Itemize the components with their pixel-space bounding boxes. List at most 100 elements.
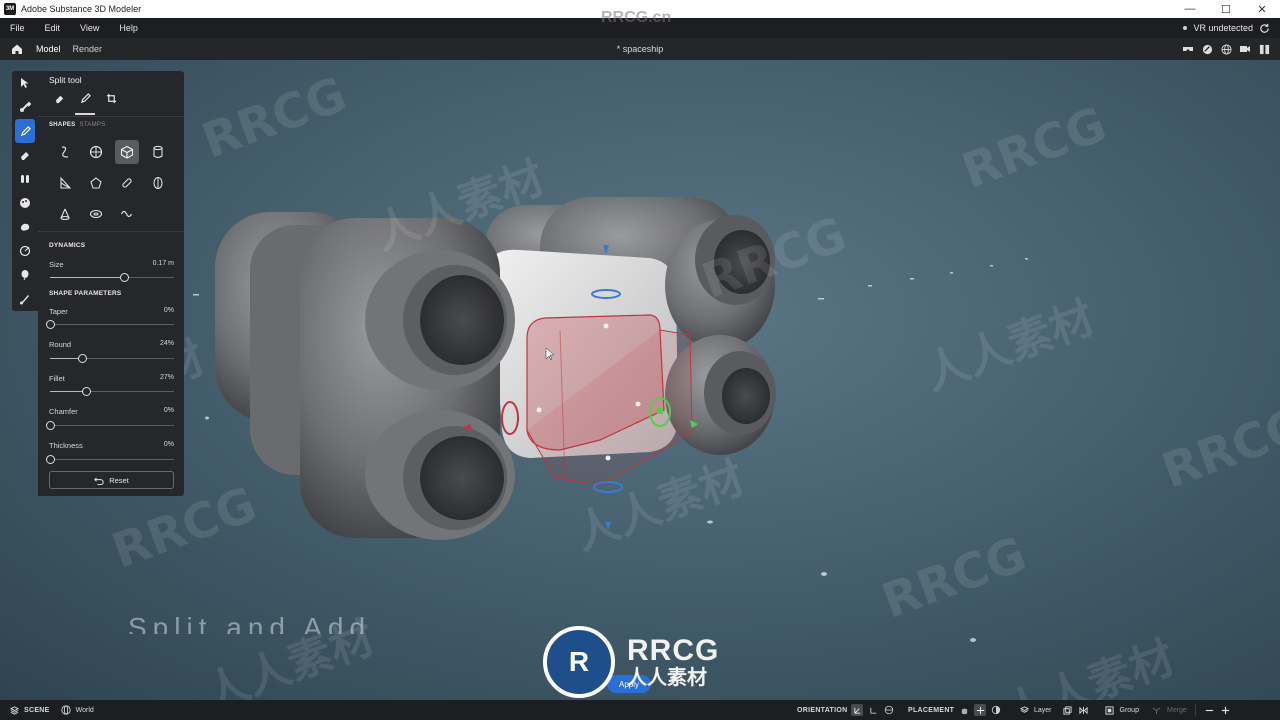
slider-handle[interactable]	[81, 387, 91, 396]
shape-wedge-button[interactable]	[53, 171, 77, 195]
shape-wave-button[interactable]	[115, 202, 139, 226]
tab-model[interactable]: Model	[30, 38, 67, 60]
pyramid-icon	[90, 177, 102, 189]
menu-help[interactable]: Help	[109, 23, 148, 33]
tab-shapes[interactable]: SHAPES	[49, 122, 75, 128]
add-mode-button[interactable]	[78, 91, 92, 105]
menu-view[interactable]: View	[70, 23, 109, 33]
eraser-icon	[21, 152, 29, 160]
app-logo-icon: 3M	[4, 3, 16, 15]
shape-curve-button[interactable]	[53, 140, 77, 164]
vr-status: VR undetected	[1183, 18, 1270, 38]
orientation-local-icon[interactable]	[851, 704, 864, 716]
pen-icon	[20, 125, 31, 136]
fillet-slider[interactable]	[50, 387, 174, 397]
globe-icon	[60, 704, 72, 716]
globe-icon[interactable]	[1220, 43, 1232, 55]
select-tool-button[interactable]	[12, 71, 38, 95]
slider-handle[interactable]	[46, 320, 55, 329]
zoom-out-icon[interactable]	[1204, 704, 1216, 716]
brush-tool-button[interactable]	[12, 287, 38, 311]
arrow-cursor-icon	[21, 78, 29, 88]
home-button[interactable]	[4, 38, 30, 60]
merge-icon[interactable]	[1151, 704, 1163, 716]
taper-slider[interactable]	[46, 320, 174, 330]
material-icon[interactable]	[1201, 43, 1213, 55]
shape-cube-button[interactable]	[115, 140, 139, 164]
vr-headset-icon[interactable]	[1182, 43, 1194, 55]
tab-render[interactable]: Render	[67, 38, 109, 60]
lasso-tool-button[interactable]	[12, 239, 38, 263]
spaceship-model[interactable]	[0, 60, 1280, 700]
clay-tool-button[interactable]	[12, 95, 38, 119]
thruster-lower[interactable]	[420, 436, 504, 520]
slider-handle[interactable]	[46, 455, 55, 464]
wave-icon	[120, 210, 133, 218]
thickness-slider[interactable]	[46, 455, 174, 465]
split-tool-button[interactable]	[15, 119, 35, 143]
mirror-icon[interactable]	[1078, 704, 1090, 716]
slider-handle[interactable]	[78, 354, 88, 363]
divider	[38, 231, 184, 232]
slider-handle[interactable]	[120, 273, 130, 282]
zoom-in-icon[interactable]	[1220, 704, 1232, 716]
menu-edit[interactable]: Edit	[35, 23, 71, 33]
close-button[interactable]: ✕	[1244, 0, 1280, 18]
3d-viewport[interactable]: RRCG RRCG RRCG RRCG RRCG RRCG 人人素材 人人素材 …	[0, 60, 1280, 700]
layer-icon	[1018, 704, 1030, 716]
egg-icon	[153, 176, 163, 190]
reset-button[interactable]: Reset	[49, 471, 174, 489]
placement-surface-icon[interactable]	[990, 704, 1002, 716]
shape-pyramid-button[interactable]	[84, 171, 108, 195]
size-slider[interactable]	[50, 273, 174, 283]
round-label: Round	[49, 340, 72, 349]
vr-status-dot-icon	[1183, 26, 1188, 30]
deform-tool-button[interactable]	[12, 167, 38, 191]
fillet-value: 27%	[159, 374, 174, 381]
group-button[interactable]: Group	[1120, 707, 1139, 714]
divider	[1194, 704, 1196, 716]
thruster-upper[interactable]	[420, 275, 504, 365]
lasso-icon	[19, 245, 31, 257]
merge-button[interactable]: Merge	[1167, 707, 1187, 714]
smooth-tool-button[interactable]	[12, 143, 38, 167]
shape-capsule-button[interactable]	[115, 171, 139, 195]
panel-toggle-icon[interactable]	[1258, 43, 1270, 55]
minimize-button[interactable]: —	[1172, 0, 1208, 18]
shape-egg-button[interactable]	[146, 171, 170, 195]
orientation-world-icon[interactable]	[867, 704, 879, 716]
cube-icon	[120, 145, 134, 159]
reset-label: Reset	[109, 475, 129, 485]
layer-button[interactable]: Layer	[1034, 707, 1052, 714]
pen-icon	[80, 92, 91, 103]
chamfer-slider[interactable]	[46, 421, 174, 431]
crop-mode-button[interactable]	[104, 91, 118, 105]
paint-tool-button[interactable]	[12, 191, 38, 215]
camera-icon[interactable]	[1239, 43, 1251, 55]
balloon-tool-button[interactable]	[12, 263, 38, 287]
shape-cone-button[interactable]	[53, 202, 77, 226]
maximize-button[interactable]: ☐	[1208, 0, 1244, 18]
menu-file[interactable]: File	[0, 23, 35, 33]
world-selector[interactable]: World	[76, 707, 94, 714]
document-title: * spaceship	[616, 44, 664, 54]
palette-icon	[20, 198, 30, 208]
round-slider[interactable]	[50, 354, 174, 364]
shape-tabs: SHAPES STAMPS	[49, 122, 106, 128]
thickness-label: Thickness	[49, 441, 83, 450]
placement-hand-icon[interactable]	[958, 704, 970, 716]
slider-handle[interactable]	[46, 421, 55, 430]
shape-sphere-button[interactable]	[84, 140, 108, 164]
erase-mode-button[interactable]	[52, 91, 66, 105]
placement-snap-icon[interactable]	[974, 704, 987, 716]
shape-torus-button[interactable]	[84, 202, 108, 226]
refresh-icon[interactable]	[1259, 23, 1270, 34]
watermark-logo-latin: RRCG	[627, 634, 720, 667]
blob-tool-button[interactable]	[12, 215, 38, 239]
capsule-icon	[122, 178, 132, 188]
duplicate-icon[interactable]	[1062, 704, 1074, 716]
wedge-icon	[60, 176, 72, 189]
shape-cylinder-button[interactable]	[146, 140, 170, 164]
tab-stamps[interactable]: STAMPS	[79, 122, 105, 128]
orientation-view-icon[interactable]	[883, 704, 895, 716]
